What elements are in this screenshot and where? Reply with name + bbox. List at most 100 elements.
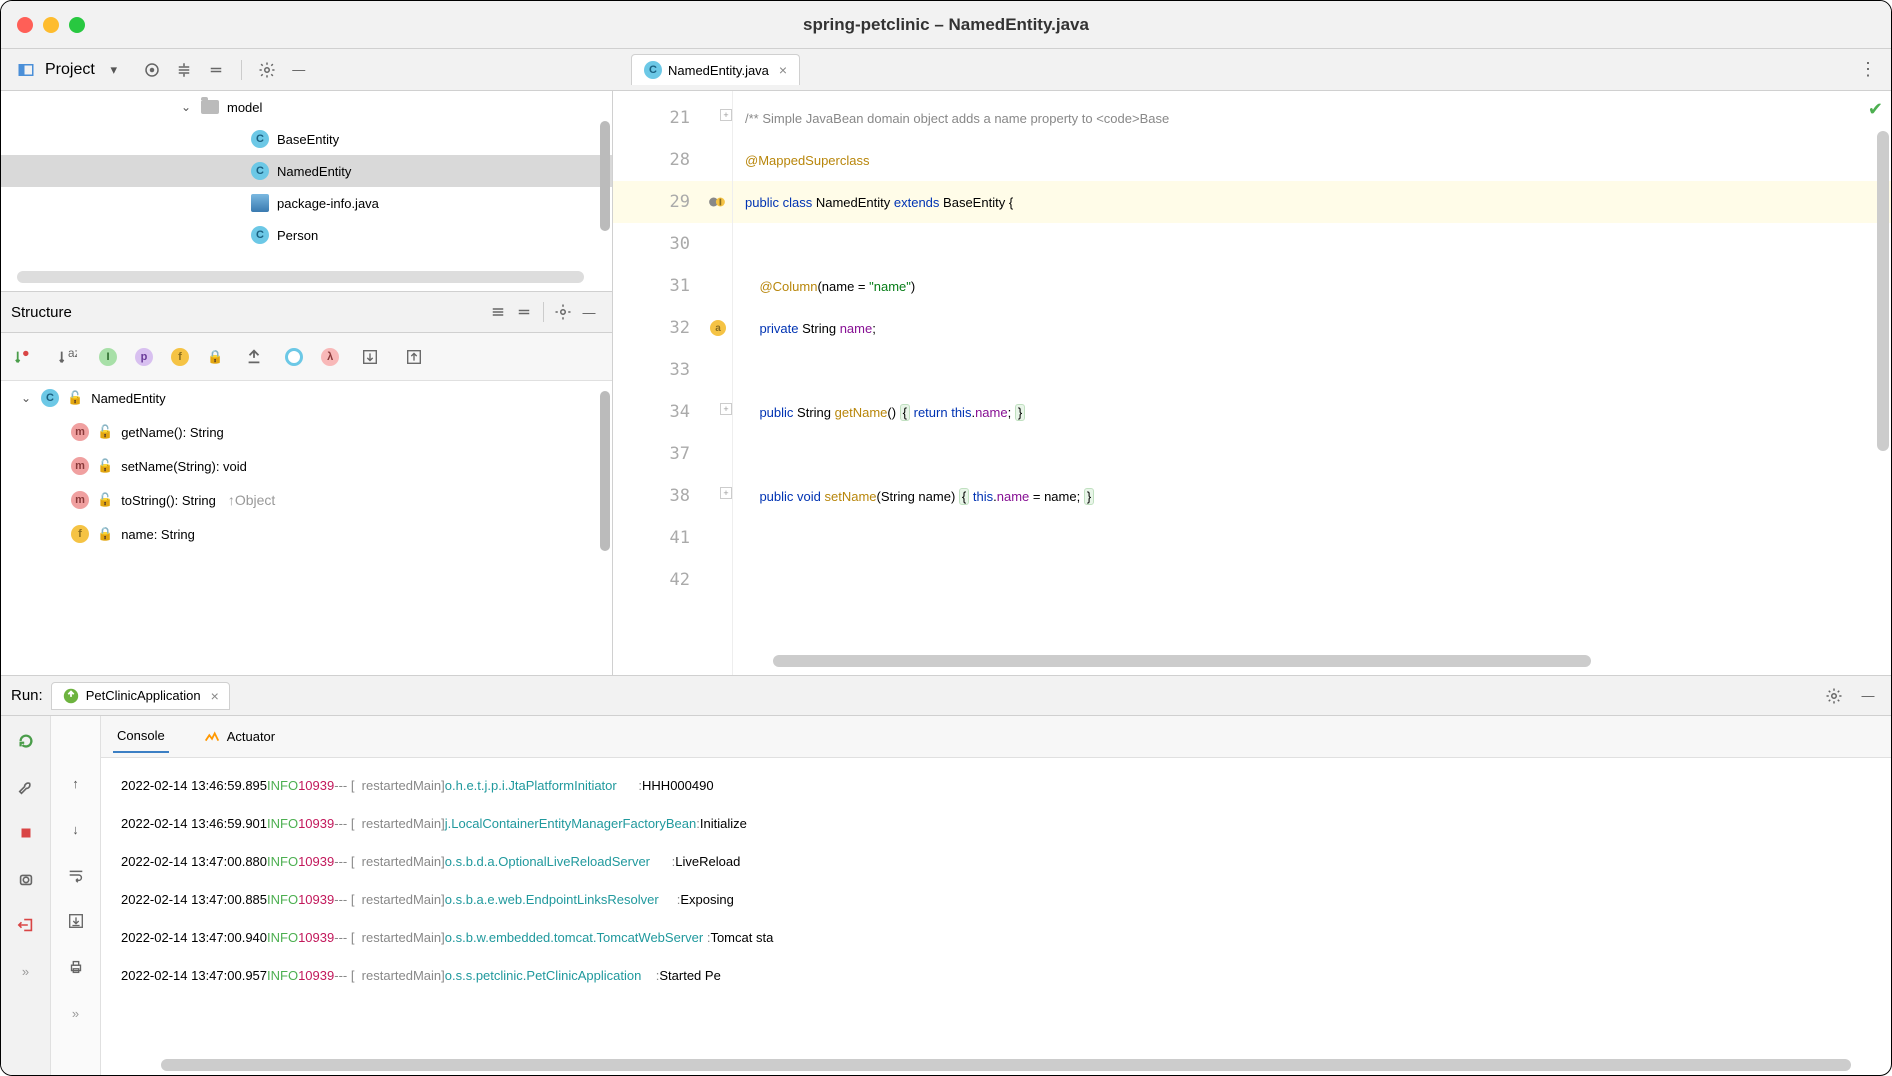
inspection-ok-icon[interactable]: ✔ [1868, 99, 1883, 120]
code-line[interactable]: public void setName(String name) { this.… [733, 475, 1891, 517]
gutter-line[interactable]: 31 [613, 265, 732, 307]
scroll-down-icon[interactable]: ↓ [63, 816, 89, 842]
code-line[interactable] [733, 433, 1891, 475]
autoscroll-to-source-icon[interactable] [357, 344, 383, 370]
tab-console[interactable]: Console [113, 720, 169, 753]
editor-tab[interactable]: C NamedEntity.java × [631, 54, 800, 85]
close-window-button[interactable] [17, 17, 33, 33]
run-config-tab[interactable]: PetClinicApplication × [51, 682, 230, 710]
minimize-window-button[interactable] [43, 17, 59, 33]
select-opened-file-icon[interactable] [139, 57, 165, 83]
hide-tool-window-icon[interactable]: — [1855, 683, 1881, 709]
hide-tool-window-icon[interactable]: — [286, 57, 312, 83]
log-line[interactable]: 2022-02-14 13:47:00.940 INFO 10939 --- [… [121, 918, 1871, 956]
structure-tree[interactable]: ⌄ C 🔓 NamedEntity m🔓getName(): Stringm🔓s… [1, 381, 612, 675]
show-inherited-icon[interactable] [241, 344, 267, 370]
exit-icon[interactable] [13, 912, 39, 938]
structure-root[interactable]: ⌄ C 🔓 NamedEntity [1, 381, 612, 415]
project-dropdown-icon[interactable]: ▾ [101, 57, 127, 83]
gutter-line[interactable]: 38+ [613, 475, 732, 517]
code-line[interactable]: @Column(name = "name") [733, 265, 1891, 307]
log-line[interactable]: 2022-02-14 13:47:00.957 INFO 10939 --- [… [121, 956, 1871, 994]
stop-icon[interactable] [13, 820, 39, 846]
show-lambdas-icon[interactable]: λ [321, 348, 339, 366]
show-anonymous-icon[interactable] [285, 348, 303, 366]
scroll-up-icon[interactable]: ↑ [63, 770, 89, 796]
gutter-line[interactable]: 37 [613, 433, 732, 475]
collapse-all-icon[interactable] [511, 299, 537, 325]
editor-vertical-scrollbar[interactable] [1877, 131, 1889, 451]
collapse-all-icon[interactable] [203, 57, 229, 83]
show-non-public-icon[interactable]: 🔒 [207, 349, 223, 365]
dump-threads-icon[interactable] [13, 866, 39, 892]
log-line[interactable]: 2022-02-14 13:47:00.885 INFO 10939 --- [… [121, 880, 1871, 918]
gutter-line[interactable]: 21+ [613, 97, 732, 139]
close-tab-icon[interactable]: × [211, 688, 219, 704]
gutter-line[interactable]: 42 [613, 559, 732, 601]
log-line[interactable]: 2022-02-14 13:46:59.901 INFO 10939 --- [… [121, 804, 1871, 842]
show-interfaces-icon[interactable]: I [99, 348, 117, 366]
gutter-line[interactable]: 30 [613, 223, 732, 265]
more-icon[interactable]: » [13, 958, 39, 984]
code-line[interactable] [733, 223, 1891, 265]
gutter-annotation-icon[interactable]: a [710, 320, 726, 336]
fold-icon[interactable]: + [720, 109, 732, 121]
code-line[interactable] [733, 349, 1891, 391]
log-line[interactable]: 2022-02-14 13:46:59.895 INFO 10939 --- [… [121, 766, 1871, 804]
console-horizontal-scrollbar[interactable] [161, 1059, 1851, 1071]
editor-horizontal-scrollbar[interactable] [773, 655, 1591, 667]
scrollbar-thumb[interactable] [600, 121, 610, 231]
settings-gear-icon[interactable] [550, 299, 576, 325]
more-options-icon[interactable]: ⋮ [1859, 59, 1879, 80]
tree-folder-model[interactable]: ⌄ model [1, 91, 612, 123]
gutter-line[interactable]: 41 [613, 517, 732, 559]
code-line[interactable]: public String getName() { return this.na… [733, 391, 1891, 433]
expand-all-icon[interactable] [485, 299, 511, 325]
maximize-window-button[interactable] [69, 17, 85, 33]
scrollbar-thumb[interactable] [600, 391, 610, 551]
tab-actuator[interactable]: Actuator [199, 720, 279, 754]
project-view-icon[interactable] [13, 57, 39, 83]
editor-gutter[interactable]: 21+2829303132a3334+3738+4142 [613, 91, 733, 675]
fold-icon[interactable]: + [720, 403, 732, 415]
sort-visibility-icon[interactable] [11, 344, 37, 370]
gutter-line[interactable]: 29 [613, 181, 732, 223]
settings-gear-icon[interactable] [1821, 683, 1847, 709]
gutter-line[interactable]: 34+ [613, 391, 732, 433]
soft-wrap-icon[interactable] [63, 862, 89, 888]
structure-member[interactable]: f🔒name: String [1, 517, 612, 551]
code-line[interactable]: @MappedSuperclass [733, 139, 1891, 181]
code-line[interactable] [733, 517, 1891, 559]
chevron-down-icon[interactable]: ⌄ [181, 100, 193, 114]
console-output[interactable]: 2022-02-14 13:46:59.895 INFO 10939 --- [… [101, 758, 1891, 1075]
code-line[interactable]: public class NamedEntity extends BaseEnt… [733, 181, 1891, 223]
tree-file-person[interactable]: CPerson [1, 219, 612, 251]
show-fields-icon[interactable]: f [171, 348, 189, 366]
structure-member[interactable]: m🔓toString(): String↑Object [1, 483, 612, 517]
fold-icon[interactable]: + [720, 487, 732, 499]
code-line[interactable]: private String name; [733, 307, 1891, 349]
sort-alpha-icon[interactable]: az [55, 344, 81, 370]
tree-file-package-info-java[interactable]: package-info.java [1, 187, 612, 219]
log-line[interactable]: 2022-02-14 13:47:00.880 INFO 10939 --- [… [121, 842, 1871, 880]
structure-member[interactable]: m🔓setName(String): void [1, 449, 612, 483]
project-tree[interactable]: ⌄ model CBaseEntityCNamedEntitypackage-i… [1, 91, 612, 291]
show-properties-icon[interactable]: p [135, 348, 153, 366]
tree-file-baseentity[interactable]: CBaseEntity [1, 123, 612, 155]
editor-code-area[interactable]: ✔ /** Simple JavaBean domain object adds… [733, 91, 1891, 675]
rerun-icon[interactable] [13, 728, 39, 754]
gutter-override-icon[interactable] [708, 193, 726, 211]
more-icon[interactable]: » [63, 1000, 89, 1026]
code-line[interactable]: /** Simple JavaBean domain object adds a… [733, 97, 1891, 139]
scroll-to-end-icon[interactable] [63, 908, 89, 934]
wrench-icon[interactable] [13, 774, 39, 800]
structure-member[interactable]: m🔓getName(): String [1, 415, 612, 449]
code-editor[interactable]: 21+2829303132a3334+3738+4142 ✔ /** Simpl… [613, 91, 1891, 675]
close-tab-icon[interactable]: × [779, 62, 787, 78]
hide-tool-window-icon[interactable]: — [576, 299, 602, 325]
settings-gear-icon[interactable] [254, 57, 280, 83]
horizontal-scrollbar[interactable] [17, 271, 584, 283]
autoscroll-from-source-icon[interactable] [401, 344, 427, 370]
expand-all-icon[interactable] [171, 57, 197, 83]
gutter-line[interactable]: 28 [613, 139, 732, 181]
